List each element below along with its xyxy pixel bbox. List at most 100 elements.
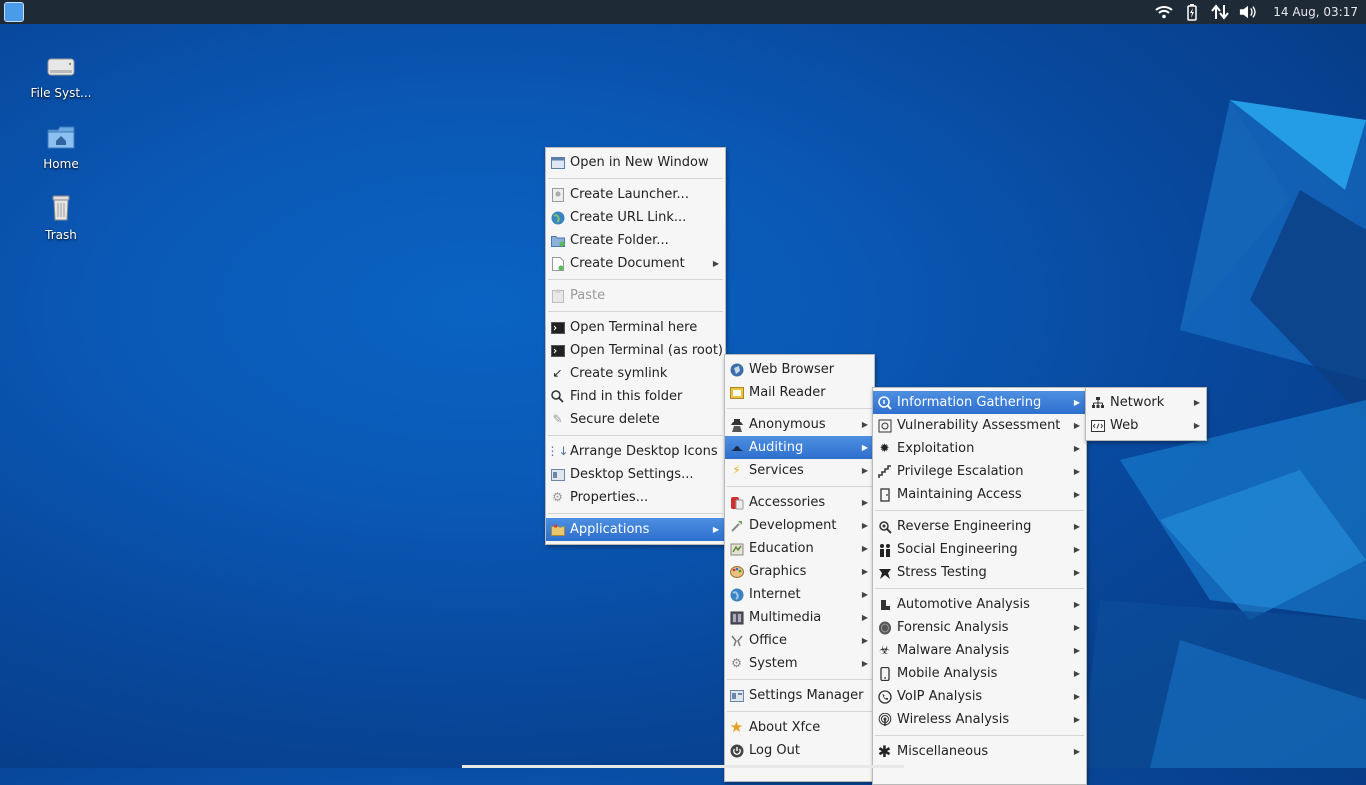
applications-icon <box>550 522 565 537</box>
maintaining-access-item[interactable]: Maintaining Access ▶ <box>873 483 1086 506</box>
secure-delete-item[interactable]: ✎ Secure delete <box>546 408 725 431</box>
open-terminal-root-item[interactable]: Open Terminal (as root) <box>546 339 725 362</box>
globe-icon <box>729 362 744 377</box>
automotive-analysis-item[interactable]: Automotive Analysis ▶ <box>873 593 1086 616</box>
globe-icon <box>729 587 744 602</box>
services-item[interactable]: ⚡ Services ▶ <box>725 459 874 482</box>
menu-separator <box>875 588 1084 589</box>
malware-analysis-item[interactable]: ☣ Malware Analysis ▶ <box>873 639 1086 662</box>
open-new-window-item[interactable]: Open in New Window <box>546 151 725 174</box>
education-item[interactable]: Education ▶ <box>725 537 874 560</box>
clock[interactable]: 14 Aug, 03:17 <box>1273 5 1358 19</box>
anonymous-item[interactable]: Anonymous ▶ <box>725 413 874 436</box>
desktop-icon-trash[interactable]: Trash <box>21 192 101 242</box>
submenu-arrow-icon: ▶ <box>1073 490 1080 499</box>
accessories-item[interactable]: Accessories ▶ <box>725 491 874 514</box>
network-item[interactable]: Network ▶ <box>1086 391 1206 414</box>
vulnerability-icon <box>877 418 892 433</box>
gear-icon: ⚙ <box>552 490 563 504</box>
wireless-icon <box>877 712 892 727</box>
wireless-analysis-item[interactable]: Wireless Analysis ▶ <box>873 708 1086 731</box>
web-code-icon <box>1090 418 1105 433</box>
open-terminal-item[interactable]: Open Terminal here <box>546 316 725 339</box>
gear-icon: ⚙ <box>731 656 742 670</box>
battery-icon[interactable] <box>1183 3 1201 21</box>
create-url-link-item[interactable]: Create URL Link... <box>546 206 725 229</box>
menu-separator <box>548 435 723 436</box>
submenu-arrow-icon: ▶ <box>861 420 868 429</box>
window-icon <box>550 155 565 170</box>
submenu-arrow-icon: ▶ <box>1073 568 1080 577</box>
web-browser-item[interactable]: Web Browser <box>725 358 874 381</box>
home-folder-icon <box>45 121 77 153</box>
reverse-engineering-item[interactable]: Reverse Engineering ▶ <box>873 515 1086 538</box>
multimedia-item[interactable]: Multimedia ▶ <box>725 606 874 629</box>
find-in-folder-item[interactable]: Find in this folder <box>546 385 725 408</box>
create-folder-item[interactable]: Create Folder... <box>546 229 725 252</box>
paste-item[interactable]: Paste <box>546 284 725 307</box>
auditing-item[interactable]: Auditing ▶ <box>725 436 874 459</box>
network-arrows-icon[interactable] <box>1211 3 1230 21</box>
mobile-analysis-item[interactable]: Mobile Analysis ▶ <box>873 662 1086 685</box>
submenu-arrow-icon: ▶ <box>861 544 868 553</box>
submenu-arrow-icon: ▶ <box>1073 522 1080 531</box>
create-launcher-item[interactable]: Create Launcher... <box>546 183 725 206</box>
document-icon <box>550 256 565 271</box>
submenu-arrow-icon: ▶ <box>861 613 868 622</box>
fingerprint-icon <box>877 620 892 635</box>
lightning-icon: ⚡ <box>732 463 741 477</box>
stress-testing-item[interactable]: Stress Testing ▶ <box>873 561 1086 584</box>
submenu-arrow-icon: ▶ <box>861 521 868 530</box>
submenu-arrow-icon: ▶ <box>1073 747 1080 756</box>
menu-separator <box>875 510 1084 511</box>
system-item[interactable]: ⚙ System ▶ <box>725 652 874 675</box>
arrange-icon: ⋮↓ <box>546 444 569 458</box>
create-symlink-item[interactable]: ↙ Create symlink <box>546 362 725 385</box>
submenu-arrow-icon: ▶ <box>1073 600 1080 609</box>
exploitation-item[interactable]: ✹ Exploitation ▶ <box>873 437 1086 460</box>
mail-icon <box>729 385 744 400</box>
office-item[interactable]: Office ▶ <box>725 629 874 652</box>
whisker-menu-button[interactable] <box>4 2 24 22</box>
settings-manager-item[interactable]: Settings Manager <box>725 684 874 707</box>
web-item[interactable]: Web ▶ <box>1086 414 1206 437</box>
submenu-arrow-icon: ▶ <box>1193 421 1200 430</box>
graphics-item[interactable]: Graphics ▶ <box>725 560 874 583</box>
properties-item[interactable]: ⚙ Properties... <box>546 486 725 509</box>
submenu-arrow-icon: ▶ <box>1073 646 1080 655</box>
desktop-icon-filesystem[interactable]: File Syst... <box>21 50 101 100</box>
internet-item[interactable]: Internet ▶ <box>725 583 874 606</box>
about-xfce-item[interactable]: ★ About Xfce <box>725 716 874 739</box>
system-tray: 14 Aug, 03:17 <box>1155 0 1358 24</box>
submenu-arrow-icon: ▶ <box>1073 623 1080 632</box>
submenu-arrow-icon: ▶ <box>861 590 868 599</box>
menu-separator <box>875 735 1084 736</box>
desktop-icon-home[interactable]: Home <box>21 121 101 171</box>
forensic-analysis-item[interactable]: Forensic Analysis ▶ <box>873 616 1086 639</box>
submenu-arrow-icon: ▶ <box>1073 669 1080 678</box>
submenu-arrow-icon: ▶ <box>861 498 868 507</box>
voip-analysis-item[interactable]: VoIP Analysis ▶ <box>873 685 1086 708</box>
launcher-icon <box>550 187 565 202</box>
volume-icon[interactable] <box>1239 3 1257 21</box>
submenu-arrow-icon: ▶ <box>1073 715 1080 724</box>
submenu-arrow-icon: ▶ <box>1073 398 1080 407</box>
arrange-icons-item[interactable]: ⋮↓ Arrange Desktop Icons <box>546 440 725 463</box>
globe-icon <box>550 210 565 225</box>
miscellaneous-item[interactable]: ✱ Miscellaneous ▶ <box>873 740 1086 763</box>
submenu-arrow-icon: ▶ <box>861 659 868 668</box>
wifi-icon[interactable] <box>1155 3 1173 21</box>
mail-reader-item[interactable]: Mail Reader <box>725 381 874 404</box>
desktop-settings-item[interactable]: Desktop Settings... <box>546 463 725 486</box>
information-gathering-item[interactable]: Information Gathering ▶ <box>873 391 1086 414</box>
development-item[interactable]: Development ▶ <box>725 514 874 537</box>
social-engineering-item[interactable]: Social Engineering ▶ <box>873 538 1086 561</box>
privilege-escalation-item[interactable]: Privilege Escalation ▶ <box>873 460 1086 483</box>
exploit-gear-icon: ✹ <box>879 441 890 455</box>
submenu-arrow-icon: ▶ <box>712 525 719 534</box>
vulnerability-assessment-item[interactable]: Vulnerability Assessment ▶ <box>873 414 1086 437</box>
auditing-menu: Information Gathering ▶ Vulnerability Ass… <box>872 387 1087 785</box>
applications-item[interactable]: Applications ▶ <box>546 518 725 541</box>
create-document-item[interactable]: Create Document ▶ <box>546 252 725 275</box>
log-out-item[interactable]: Log Out <box>725 739 874 762</box>
